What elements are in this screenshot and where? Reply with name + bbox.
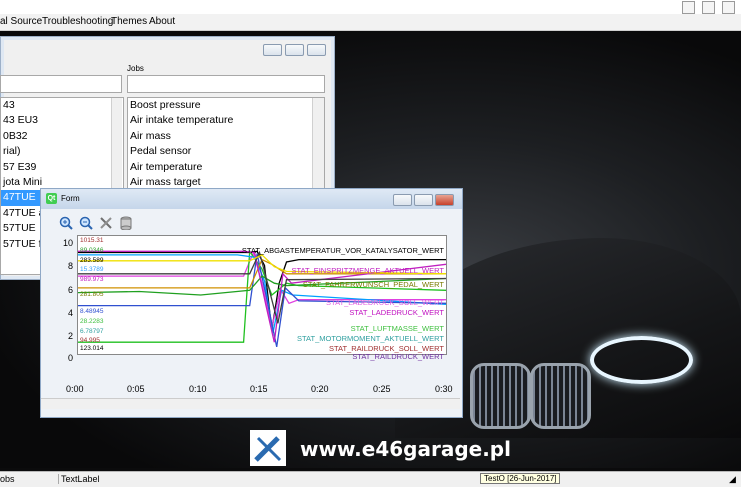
zoom-out-icon[interactable] [79, 216, 93, 230]
form-maximize-button[interactable] [414, 194, 433, 206]
y-tick-label: 4 [67, 308, 73, 318]
list-item[interactable]: Air intake temperature [128, 113, 324, 128]
menu-item-about[interactable]: About [149, 16, 175, 27]
status-jobs-label: obs [0, 474, 15, 484]
x-tick-label: 0:00 [66, 384, 84, 394]
form-horizontal-scrollbar[interactable] [41, 398, 460, 409]
close-button[interactable] [307, 44, 326, 56]
menu-item-themes[interactable]: Themes [111, 16, 147, 27]
legend-entry: STAT_ABGASTEMPERATUR_VOR_KATALYSATOR_WER… [241, 246, 444, 255]
jobs-list[interactable]: Boost pressure Air intake temperature Ai… [127, 97, 325, 197]
car-grille-left [470, 363, 531, 429]
status-tooltip: TestO [26-Jun-2017] [480, 473, 561, 484]
menu-item-source[interactable]: al Source [0, 16, 42, 27]
list-item[interactable]: 43 [1, 98, 123, 113]
jobs-filter-input[interactable] [127, 75, 325, 93]
value-label: 89.0346 [80, 247, 104, 254]
close-icon[interactable] [722, 1, 735, 14]
resize-grip-icon[interactable]: ◢ [729, 474, 736, 485]
list-item[interactable]: Pedal sensor [128, 144, 324, 159]
list-item[interactable]: 43 EU3 [1, 113, 123, 128]
y-tick-label: 10 [62, 238, 73, 248]
list-item[interactable]: Boost pressure [128, 98, 324, 113]
zoom-in-icon[interactable] [59, 216, 73, 230]
legend-entry: STAT_LADEDRUCK_WERT [349, 308, 444, 317]
y-tick-label: 8 [67, 261, 73, 271]
legend-entry: STAT_FAHRERWUNSCH_PEDAL_WERT [302, 280, 444, 289]
chart-plot-area[interactable]: STAT_ABGASTEMPERATUR_VOR_KATALYSATOR_WER… [77, 235, 447, 361]
x-tick-label: 0:20 [311, 384, 329, 394]
ecu-filter-input[interactable] [0, 75, 122, 93]
value-label: 94.995 [80, 337, 100, 344]
value-label: 15.3789 [80, 266, 104, 273]
y-tick-label: 0 [67, 353, 73, 363]
qt-logo-icon: Qt [46, 193, 57, 204]
list-item[interactable]: 57 E39 [1, 160, 123, 175]
maximize-button[interactable] [285, 44, 304, 56]
wrench-logo-icon [250, 430, 286, 466]
status-bar: obs TextLabel ◢ [0, 471, 741, 487]
value-label: 281.805 [80, 291, 104, 298]
car-grille-right [530, 363, 591, 429]
x-tick-label: 0:10 [189, 384, 207, 394]
jobs-label: Jobs [127, 64, 144, 73]
list-item[interactable]: 0B32 [1, 129, 123, 144]
legend-entry: STAT_MOTORMOMENT_AKTUELL_WERT [297, 334, 444, 343]
car-headlight [590, 336, 693, 384]
x-tick-label: 0:25 [373, 384, 391, 394]
legend-entry: STAT_EINSPRITZMENGE_AKTUELL_WERT [291, 266, 444, 275]
tools-icon[interactable] [99, 216, 113, 230]
x-tick-label: 0:15 [250, 384, 268, 394]
menu-bar: al Source Troubleshooting Themes About [0, 14, 741, 31]
legend-entry: STAT_LUFTMASSE_WERT [350, 324, 444, 333]
x-tick-label: 0:30 [435, 384, 453, 394]
minimize-icon[interactable] [682, 1, 695, 14]
value-label: 28.2283 [80, 318, 104, 325]
value-label: 6.78797 [80, 328, 104, 335]
y-tick-label: 6 [67, 285, 73, 295]
form-minimize-button[interactable] [393, 194, 412, 206]
jobs-list-scrollbar[interactable] [312, 98, 324, 196]
form-close-button[interactable] [435, 194, 454, 206]
list-item[interactable]: rial) [1, 144, 123, 159]
value-label: 8.48945 [80, 308, 104, 315]
legend-entry: STAT_RAILDRUCK_WERT [352, 352, 444, 361]
y-tick-label: 2 [67, 331, 73, 341]
form-window: Qt Form 10 8 6 4 2 0 STAT_ABGASTEMPERATU… [40, 188, 463, 418]
database-icon[interactable] [119, 216, 133, 231]
form-title-bar: Qt Form [41, 189, 462, 209]
maximize-icon[interactable] [702, 1, 715, 14]
minimize-button[interactable] [263, 44, 282, 56]
value-label: 283.589 [80, 257, 104, 264]
x-tick-label: 0:05 [127, 384, 145, 394]
top-strip [0, 0, 741, 15]
brand-text: www.e46garage.pl [300, 437, 511, 461]
value-label: 989.973 [80, 276, 104, 283]
status-text-label: TextLabel [58, 474, 100, 484]
legend-entry: STAT_LADEDRUCK_SOLL_WERT [326, 298, 444, 307]
value-label: 123.014 [80, 345, 104, 352]
menu-item-troubleshooting[interactable]: Troubleshooting [42, 16, 113, 27]
list-item[interactable]: Air temperature [128, 160, 324, 175]
value-label: 1015.31 [80, 237, 104, 244]
form-title: Form [61, 194, 80, 203]
list-item[interactable]: Air mass [128, 129, 324, 144]
